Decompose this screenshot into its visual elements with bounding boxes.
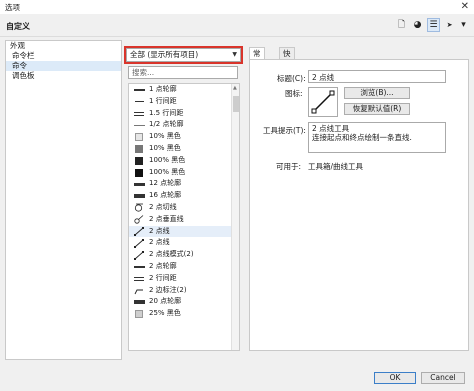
callout-icon [133, 287, 145, 295]
command-list: 1 点轮廓 1 行间距 1.5 行间距 1/2 点轮廓 10% 黑色 10% 黑色 100%… [128, 83, 240, 351]
reset-default-button[interactable]: 恢复默认值(R) [344, 103, 410, 115]
command-label: 1 行间距 [149, 96, 177, 105]
two-point-icon [133, 227, 145, 237]
options-tree: 外观 命令栏 命令 调色板 [5, 40, 122, 360]
command-label: 100% 黑色 [149, 155, 186, 164]
command-list-item[interactable]: 2 点切线 [129, 202, 239, 214]
command-label: 2 行间距 [149, 273, 177, 282]
caption-field[interactable]: 2 点线 [308, 70, 446, 83]
command-list-item[interactable]: 2 点线 [129, 225, 239, 238]
line-2pt-icon [133, 263, 145, 271]
two-point-icon [133, 238, 145, 248]
command-icon-preview [308, 87, 338, 117]
list-scrollbar[interactable]: ▲ [231, 84, 239, 350]
window-title-bar: 选项 ✕ [0, 0, 474, 14]
two-point-icon [133, 250, 145, 260]
command-label: 16 点轮廓 [149, 191, 182, 200]
line-double-icon [133, 275, 145, 283]
command-label: 20 点轮廓 [149, 297, 182, 306]
search-input[interactable]: 搜索... [128, 66, 238, 79]
command-label: 2 点轮廓 [149, 261, 177, 270]
command-label: 10% 黑色 [149, 143, 181, 152]
sq-100b-icon [133, 168, 145, 177]
command-label: 1.5 行间距 [149, 108, 184, 117]
tooltip-line-2: 连接起点和终点绘制一条直线. [312, 133, 412, 142]
line-16-icon [133, 192, 145, 200]
ok-button[interactable]: OK [374, 372, 416, 384]
command-label: 2 点线 [149, 226, 170, 235]
line-20-icon [133, 298, 145, 306]
command-list-item[interactable]: 2 点垂直线 [129, 214, 239, 226]
section-title: 自定义 [6, 22, 30, 31]
tab-shortcuts[interactable]: 快捷键 [279, 47, 295, 80]
line-double-icon [133, 110, 145, 118]
tree-item-commands[interactable]: 命令 [6, 61, 121, 71]
dropdown-arrow-icon[interactable]: ▾ [457, 18, 470, 32]
available-value: 工具箱/曲线工具 [308, 162, 364, 171]
command-list-item[interactable]: 1.5 行间距 [129, 108, 239, 120]
command-list-item[interactable]: 2 行间距 [129, 273, 239, 285]
available-label: 可用于: [276, 162, 302, 171]
command-label: 2 点线 [149, 238, 170, 247]
browse-button[interactable]: 浏览(B)... [344, 87, 410, 99]
command-label: 2 点垂直线 [149, 214, 184, 223]
color-wheel-icon[interactable]: ◕ [411, 18, 424, 32]
command-label: 12 点轮廓 [149, 179, 182, 188]
command-label: 2 点线模式(2) [149, 250, 194, 259]
chevron-down-icon: ▼ [232, 51, 237, 58]
pointer-icon[interactable]: ➤ [443, 18, 456, 32]
line-12-icon [133, 180, 145, 188]
command-list-item[interactable]: 2 点轮廓 [129, 261, 239, 273]
command-list-item[interactable]: 10% 黑色 [129, 143, 239, 155]
caption-label: 标题(C): [277, 74, 306, 83]
scroll-thumb[interactable] [233, 96, 239, 112]
line-1pt-icon [133, 86, 145, 94]
command-list-item[interactable]: 16 点轮廓 [129, 190, 239, 202]
tooltip-line-1: 2 点线工具 [312, 124, 350, 133]
command-label: 2 边标注(2) [149, 285, 187, 294]
command-list-item[interactable]: 1 行间距 [129, 96, 239, 108]
tree-item-palettes[interactable]: 调色板 [6, 71, 121, 81]
command-list-icon[interactable]: ☰ [427, 18, 440, 32]
command-list-item[interactable]: 20 点轮廓 [129, 296, 239, 308]
tangent-icon [133, 204, 145, 213]
command-list-item[interactable]: 2 边标注(2) [129, 285, 239, 297]
command-list-item[interactable]: 2 点线 [129, 237, 239, 249]
command-list-item[interactable]: 2 点线模式(2) [129, 249, 239, 261]
tooltip-field[interactable]: 2 点线工具 连接起点和终点绘制一条直线. [308, 122, 446, 153]
command-list-item[interactable]: 1/2 点轮廓 [129, 119, 239, 131]
line-hair-icon [133, 121, 145, 129]
command-filter-dropdown[interactable]: 全部 (显示所有项目) ▼ [124, 46, 243, 64]
sq-10b-icon [133, 144, 145, 153]
new-document-icon[interactable]: 🗋 [395, 18, 408, 32]
sq-100-icon [133, 156, 145, 165]
tree-item-command-bars[interactable]: 命令栏 [6, 51, 121, 61]
command-label: 1/2 点轮廓 [149, 120, 184, 129]
sq-10-icon [133, 133, 145, 142]
sq-25-icon [133, 310, 145, 319]
command-label: 1 点轮廓 [149, 85, 177, 93]
command-list-item[interactable]: 12 点轮廓 [129, 178, 239, 190]
cancel-button[interactable]: Cancel [421, 372, 465, 384]
command-label: 100% 黑色 [149, 167, 186, 176]
close-icon[interactable]: ✕ [461, 0, 469, 14]
tooltip-label: 工具提示(T): [263, 126, 306, 135]
command-list-item[interactable]: 1 点轮廓 [129, 84, 239, 96]
scroll-up-icon[interactable]: ▲ [233, 85, 237, 91]
window-title: 选项 [5, 3, 20, 12]
command-label: 2 点切线 [149, 202, 177, 211]
command-list-item[interactable]: 100% 黑色 [129, 167, 239, 179]
section-header: 自定义 🗋 ◕ ☰ ➤ ▾ [0, 14, 474, 37]
command-label: 25% 黑色 [149, 309, 181, 318]
command-list-item[interactable]: 25% 黑色 [129, 308, 239, 320]
filter-value: 全部 (显示所有项目) [130, 50, 199, 59]
command-list-item[interactable]: 10% 黑色 [129, 131, 239, 143]
perpendicular-icon [133, 215, 145, 224]
command-list-item[interactable]: 100% 黑色 [129, 155, 239, 167]
line-thin-icon [133, 98, 145, 106]
icon-label: 图标: [285, 89, 303, 98]
tree-item-appearance[interactable]: 外观 [6, 41, 121, 51]
two-point-line-icon [311, 90, 335, 114]
command-label: 10% 黑色 [149, 132, 181, 141]
